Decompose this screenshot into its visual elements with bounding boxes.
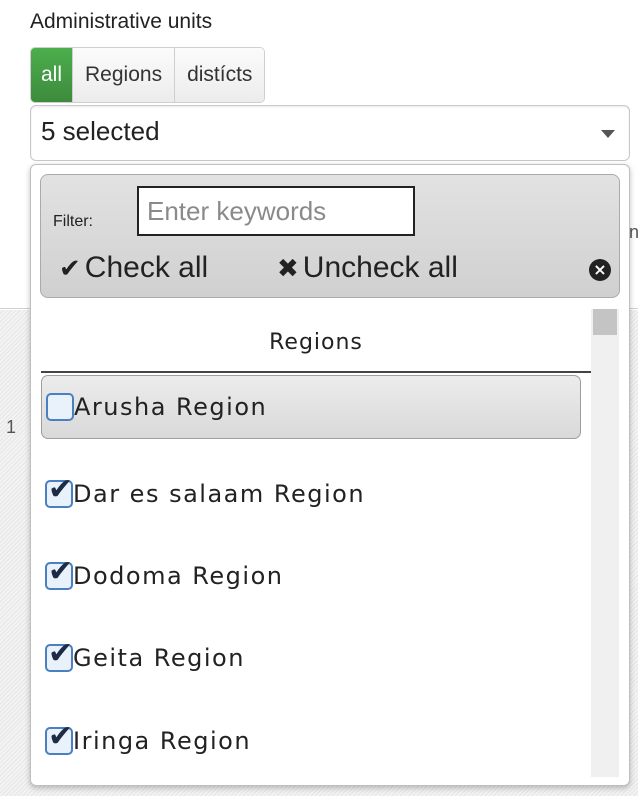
background-fragment-left: 1 <box>6 417 17 437</box>
list-item-label: Iringa Region <box>73 727 252 755</box>
section-title: Administrative units <box>30 10 213 33</box>
filter-label: Filter: <box>53 213 93 230</box>
list-item-iringa[interactable]: Iringa Region <box>41 710 579 772</box>
list-item-dodoma[interactable]: Dodoma Region <box>41 545 579 607</box>
dropdown-caret-icon <box>601 130 615 138</box>
list-item-label: Dodoma Region <box>73 562 284 590</box>
list-item-dar-es-salaam[interactable]: Dar es salaam Region <box>41 463 579 525</box>
multiselect-dropdown-menu: Filter: ✔ Check all ✖ Uncheck all × Regi… <box>30 164 630 786</box>
tab-districts[interactable]: distícts <box>174 48 265 102</box>
group-header-regions: Regions <box>41 315 591 373</box>
filter-input[interactable] <box>137 186 415 236</box>
check-all-link[interactable]: ✔ Check all <box>59 251 208 285</box>
unit-type-tabs: all Regions distícts <box>30 47 266 103</box>
close-icon[interactable]: × <box>589 259 611 281</box>
list-item-label: Dar es salaam Region <box>73 480 366 508</box>
checkbox[interactable] <box>45 636 75 672</box>
list-item-geita[interactable]: Geita Region <box>41 627 579 689</box>
checkbox[interactable] <box>45 554 75 590</box>
checkbox[interactable] <box>45 472 75 508</box>
tab-regions[interactable]: Regions <box>72 48 175 102</box>
x-icon: ✖ <box>277 252 299 283</box>
uncheck-all-link[interactable]: ✖ Uncheck all <box>277 251 458 285</box>
check-all-label: Check all <box>84 251 209 284</box>
units-multiselect[interactable]: 5 selected <box>30 105 630 161</box>
scrollbar[interactable] <box>591 309 619 777</box>
list-item-label: Geita Region <box>73 644 245 672</box>
selected-count: 5 selected <box>41 116 160 146</box>
list-item-label: Arusha Region <box>74 393 268 421</box>
scrollbar-thumb[interactable] <box>593 309 617 335</box>
checkbox[interactable] <box>46 393 74 421</box>
menu-header: Filter: ✔ Check all ✖ Uncheck all × <box>40 174 620 298</box>
checkbox[interactable] <box>45 719 75 755</box>
list-item-arusha[interactable]: Arusha Region <box>41 375 581 439</box>
tab-all[interactable]: all <box>31 48 73 102</box>
checkmark-icon: ✔ <box>59 252 81 283</box>
uncheck-all-label: Uncheck all <box>302 251 458 284</box>
background-fragment-right: n <box>629 222 638 242</box>
